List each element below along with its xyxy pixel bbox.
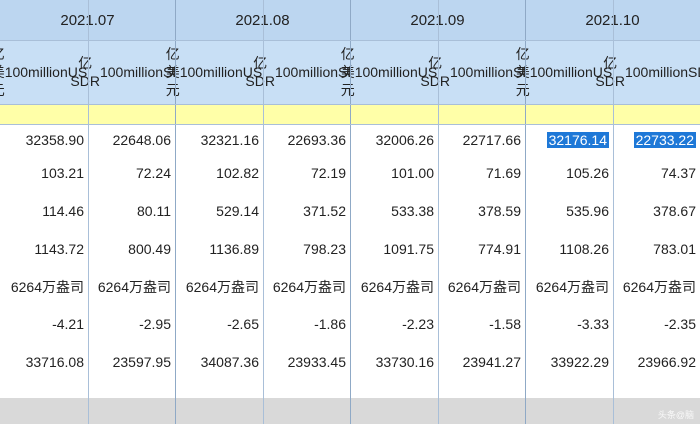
table-cell[interactable]: 72.24	[88, 161, 175, 185]
column-divider	[438, 0, 439, 424]
unit-header: 亿SDR100millionSDR	[595, 40, 700, 104]
table-cell[interactable]: 72.19	[263, 161, 350, 185]
column-divider	[613, 0, 614, 424]
unit-header: 亿SDR100millionSDR	[70, 40, 193, 104]
column-divider	[88, 0, 89, 424]
column-divider	[350, 0, 351, 424]
table-cell[interactable]: -3.33	[525, 312, 613, 336]
unit-header: 亿SDR100millionSDR	[420, 40, 543, 104]
table-cell[interactable]: 1091.75	[350, 237, 438, 261]
table-cell[interactable]: 6264万盎司	[525, 275, 613, 299]
table-cell[interactable]: -1.58	[438, 312, 525, 336]
table-cell[interactable]: 6264万盎司	[263, 275, 350, 299]
table-cell[interactable]: 32176.14	[525, 128, 613, 152]
table-cell[interactable]: 23966.92	[613, 350, 700, 374]
table-cell[interactable]: 378.59	[438, 199, 525, 223]
column-divider	[175, 0, 176, 424]
table-cell[interactable]: -4.21	[0, 312, 88, 336]
table-cell[interactable]: 1108.26	[525, 237, 613, 261]
table-cell[interactable]: 33922.29	[525, 350, 613, 374]
table-cell[interactable]: 71.69	[438, 161, 525, 185]
table-cell[interactable]: 22717.66	[438, 128, 525, 152]
column-divider	[525, 0, 526, 424]
table-cell[interactable]: 529.14	[175, 199, 263, 223]
table-cell[interactable]: 101.00	[350, 161, 438, 185]
row-divider	[0, 124, 700, 125]
table-cell[interactable]: -2.95	[88, 312, 175, 336]
table-cell[interactable]: -2.35	[613, 312, 700, 336]
table-cell[interactable]: 774.91	[438, 237, 525, 261]
table-cell[interactable]: 6264万盎司	[88, 275, 175, 299]
table-cell[interactable]: 74.37	[613, 161, 700, 185]
table-cell[interactable]: 105.26	[525, 161, 613, 185]
reserve-table: 2021.072021.082021.092021.10亿美元100millio…	[0, 0, 700, 424]
table-cell[interactable]: 114.46	[0, 199, 88, 223]
table-cell[interactable]: 23597.95	[88, 350, 175, 374]
table-cell[interactable]: -2.65	[175, 312, 263, 336]
unit-header: 亿SDR100millionSDR	[245, 40, 368, 104]
table-cell[interactable]: 371.52	[263, 199, 350, 223]
table-cell[interactable]: 33716.08	[0, 350, 88, 374]
table-cell[interactable]: 800.49	[88, 237, 175, 261]
row-divider	[0, 104, 700, 105]
table-cell[interactable]: 535.96	[525, 199, 613, 223]
table-cell[interactable]: 32321.16	[175, 128, 263, 152]
table-cell[interactable]: 33730.16	[350, 350, 438, 374]
table-cell[interactable]: 102.82	[175, 161, 263, 185]
row-divider	[0, 40, 700, 41]
table-cell[interactable]: 6264万盎司	[175, 275, 263, 299]
table-cell[interactable]: 103.21	[0, 161, 88, 185]
table-cell[interactable]: 6264万盎司	[438, 275, 525, 299]
table-cell[interactable]: 22693.36	[263, 128, 350, 152]
table-cell[interactable]: 6264万盎司	[613, 275, 700, 299]
table-cell[interactable]: 1136.89	[175, 237, 263, 261]
table-cell[interactable]: -2.23	[350, 312, 438, 336]
table-cell[interactable]: 378.67	[613, 199, 700, 223]
table-cell[interactable]: 80.11	[88, 199, 175, 223]
table-cell[interactable]: 32006.26	[350, 128, 438, 152]
table-cell[interactable]: 6264万盎司	[350, 275, 438, 299]
table-cell[interactable]: 798.23	[263, 237, 350, 261]
table-cell[interactable]: 533.38	[350, 199, 438, 223]
table-cell[interactable]: 34087.36	[175, 350, 263, 374]
table-cell[interactable]: -1.86	[263, 312, 350, 336]
table-cell[interactable]: 783.01	[613, 237, 700, 261]
column-divider	[263, 0, 264, 424]
table-cell[interactable]: 23933.45	[263, 350, 350, 374]
table-cell[interactable]: 32358.90	[0, 128, 88, 152]
table-cell[interactable]: 22648.06	[88, 128, 175, 152]
table-cell[interactable]: 22733.22	[613, 128, 700, 152]
table-cell[interactable]: 1143.72	[0, 237, 88, 261]
table-cell[interactable]: 6264万盎司	[0, 275, 88, 299]
table-cell[interactable]: 23941.27	[438, 350, 525, 374]
watermark: 头条@脑	[657, 410, 694, 420]
